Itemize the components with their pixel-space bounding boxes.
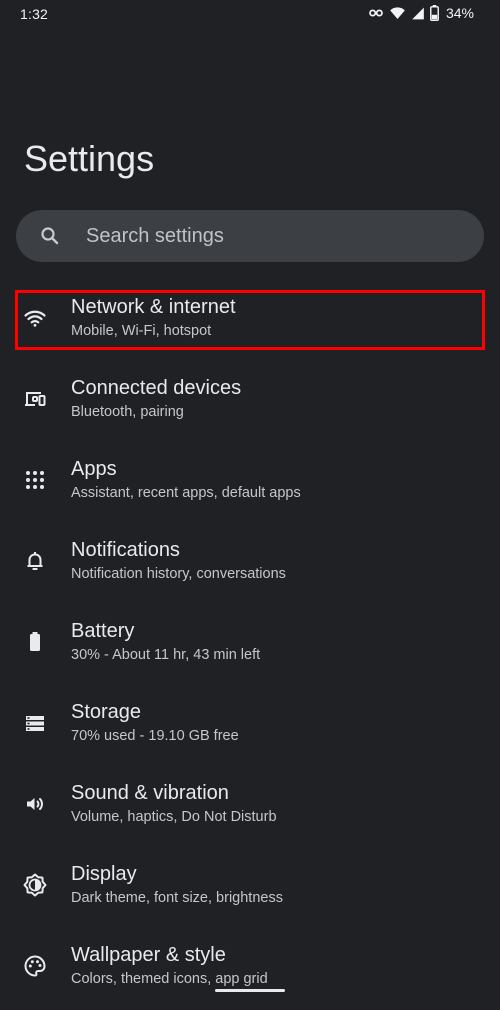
cell-signal-icon — [411, 6, 425, 21]
palette-icon — [23, 954, 47, 978]
settings-item-sound-vibration[interactable]: Sound & vibration Volume, haptics, Do No… — [0, 767, 500, 848]
apps-grid-icon — [23, 468, 47, 492]
settings-item-display[interactable]: Display Dark theme, font size, brightnes… — [0, 848, 500, 929]
settings-item-notifications[interactable]: Notifications Notification history, conv… — [0, 524, 500, 605]
settings-item-network-internet[interactable]: Network & internet Mobile, Wi-Fi, hotspo… — [0, 281, 500, 362]
status-bar: 1:32 34% — [0, 0, 500, 30]
item-title: Network & internet — [71, 296, 236, 318]
item-subtitle: 70% used - 19.10 GB free — [71, 728, 239, 744]
search-placeholder: Search settings — [86, 225, 224, 247]
item-subtitle: Volume, haptics, Do Not Disturb — [71, 809, 277, 825]
vpn-key-icon — [368, 5, 384, 21]
speaker-icon — [23, 792, 47, 816]
devices-icon — [23, 387, 47, 411]
battery-icon — [23, 630, 47, 654]
settings-item-connected-devices[interactable]: Connected devices Bluetooth, pairing — [0, 362, 500, 443]
status-time: 1:32 — [20, 6, 49, 22]
item-title: Apps — [71, 458, 117, 480]
item-subtitle: Bluetooth, pairing — [71, 404, 184, 420]
gesture-nav-bar[interactable] — [215, 989, 285, 992]
wifi-icon — [23, 306, 47, 330]
item-subtitle: 30% - About 11 hr, 43 min left — [71, 647, 261, 663]
settings-item-wallpaper-style[interactable]: Wallpaper & style Colors, themed icons, … — [0, 929, 500, 1010]
item-title: Notifications — [71, 539, 180, 561]
item-title: Sound & vibration — [71, 782, 229, 804]
storage-icon — [23, 711, 47, 735]
settings-item-apps[interactable]: Apps Assistant, recent apps, default app… — [0, 443, 500, 524]
page-title: Settings — [24, 138, 155, 179]
item-title: Battery — [71, 620, 135, 642]
search-bar[interactable]: Search settings — [16, 210, 484, 262]
item-subtitle: Notification history, conversations — [71, 566, 286, 582]
item-subtitle: Mobile, Wi-Fi, hotspot — [71, 323, 212, 339]
item-title: Display — [71, 863, 137, 885]
item-subtitle: Dark theme, font size, brightness — [71, 890, 283, 906]
brightness-icon — [23, 873, 47, 897]
settings-item-battery[interactable]: Battery 30% - About 11 hr, 43 min left — [0, 605, 500, 686]
item-title: Connected devices — [71, 377, 242, 399]
bell-icon — [23, 549, 47, 573]
item-title: Storage — [71, 701, 142, 723]
item-subtitle: Assistant, recent apps, default apps — [71, 485, 301, 501]
status-icons: 34% — [368, 5, 474, 21]
wifi-signal-icon — [389, 5, 406, 21]
item-subtitle: Colors, themed icons, app grid — [71, 971, 268, 987]
battery-percent: 34% — [445, 5, 474, 21]
battery-icon — [430, 5, 439, 21]
settings-item-storage[interactable]: Storage 70% used - 19.10 GB free — [0, 686, 500, 767]
settings-list: Network & internet Mobile, Wi-Fi, hotspo… — [0, 281, 500, 1010]
item-title: Wallpaper & style — [71, 944, 226, 966]
search-icon — [38, 224, 62, 248]
